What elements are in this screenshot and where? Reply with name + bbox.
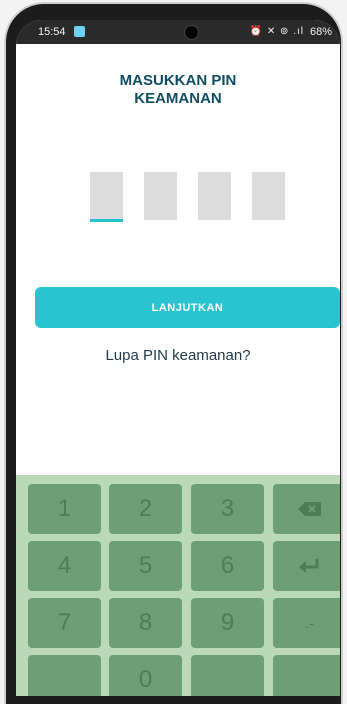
key-3[interactable]: 3	[191, 484, 264, 534]
notification-app-icon	[74, 26, 85, 37]
page-title-line1: MASUKKAN PIN	[119, 72, 237, 89]
battery-level: 68%	[309, 26, 332, 38]
enter-key[interactable]	[273, 541, 340, 591]
key-1[interactable]: 1	[28, 484, 101, 534]
backspace-key[interactable]	[273, 484, 340, 534]
status-icons: ⏰ ✕ ⊚ .ıl	[249, 26, 304, 37]
status-bar: 15:54 ⏰ ✕ ⊚ .ıl 68%	[16, 20, 340, 44]
pin-digit-box-2[interactable]	[144, 172, 177, 220]
key-2[interactable]: 2	[109, 484, 182, 534]
key-5[interactable]: 5	[109, 541, 182, 591]
pin-digit-box-4[interactable]	[252, 172, 285, 220]
key-0[interactable]: 0	[109, 655, 182, 696]
pin-digit-box-3[interactable]	[198, 172, 231, 220]
key-8[interactable]: 8	[109, 598, 182, 648]
key-7[interactable]: 7	[28, 598, 101, 648]
status-time: 15:54	[38, 26, 66, 38]
camera-hole	[184, 25, 199, 40]
empty-key-right	[273, 655, 340, 696]
continue-button[interactable]: LANJUTKAN	[35, 287, 340, 328]
enter-icon	[298, 559, 318, 573]
backspace-icon	[297, 502, 321, 516]
dash-key[interactable]: .-	[273, 598, 340, 648]
empty-key-left	[28, 655, 101, 696]
screen: 15:54 ⏰ ✕ ⊚ .ıl 68% MASUKKAN PIN KEAMANA…	[16, 20, 340, 696]
empty-key-mid	[191, 655, 264, 696]
forgot-pin-link[interactable]: Lupa PIN keamanan?	[16, 347, 340, 364]
key-9[interactable]: 9	[191, 598, 264, 648]
key-4[interactable]: 4	[28, 541, 101, 591]
pin-digit-box-1[interactable]	[90, 172, 123, 222]
numeric-keypad: 1 2 3 4 5 6 7 8 9 .- 0	[16, 475, 340, 696]
page-title-line2: KEAMANAN	[134, 90, 222, 107]
key-6[interactable]: 6	[191, 541, 264, 591]
